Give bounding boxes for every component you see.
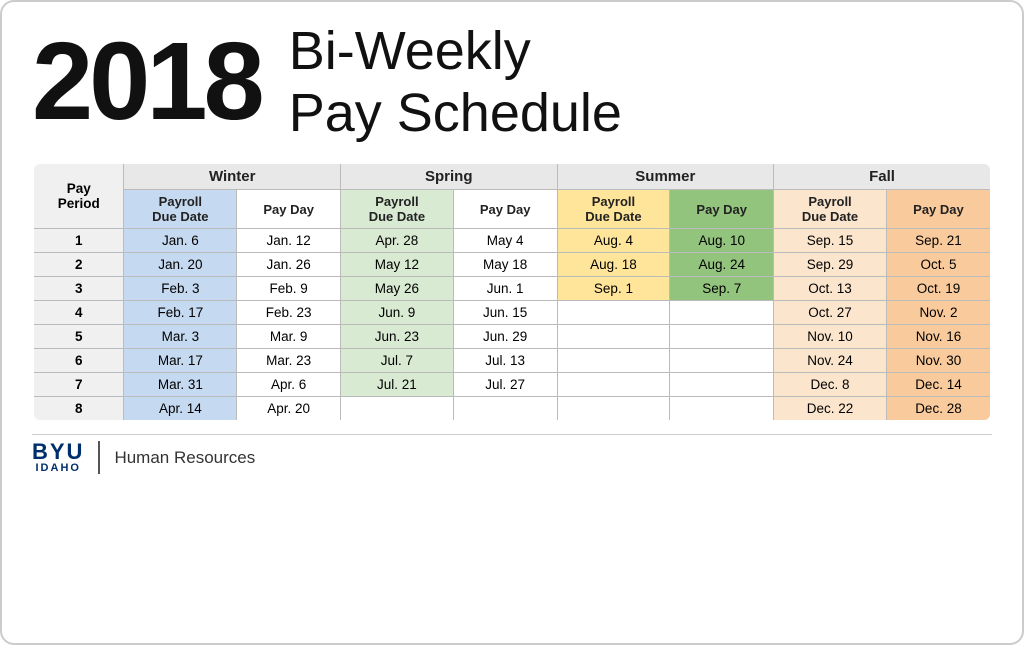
summer-due-header: PayrollDue Date: [557, 190, 670, 229]
table-row: 6: [33, 349, 124, 373]
pay-schedule-table: PayPeriod Winter Spring Summer Fall Payr…: [32, 162, 992, 422]
spring-pay-header: Pay Day: [453, 190, 557, 229]
table-row: 1: [33, 229, 124, 253]
fall-header: Fall: [774, 163, 991, 190]
fall-pay-header: Pay Day: [886, 190, 991, 229]
footer: BYU IDAHO Human Resources: [32, 434, 992, 474]
table-row: 7: [33, 373, 124, 397]
winter-header: Winter: [124, 163, 341, 190]
header: 2018 Bi-Weekly Pay Schedule: [32, 20, 992, 144]
fall-due-header: PayrollDue Date: [774, 190, 887, 229]
byu-text: BYU: [32, 441, 84, 463]
summer-header: Summer: [557, 163, 774, 190]
winter-due-header: PayrollDue Date: [124, 190, 237, 229]
spring-due-header: PayrollDue Date: [340, 190, 453, 229]
table-row: 2: [33, 253, 124, 277]
summer-pay-header: Pay Day: [670, 190, 774, 229]
pay-period-header: PayPeriod: [33, 163, 124, 229]
year: 2018: [32, 27, 261, 137]
table-row: 8: [33, 397, 124, 422]
table-row: 5: [33, 325, 124, 349]
winter-pay-header: Pay Day: [237, 190, 341, 229]
spring-header: Spring: [340, 163, 557, 190]
table-row: 3: [33, 277, 124, 301]
title: Bi-Weekly Pay Schedule: [289, 20, 622, 144]
table-row: 4: [33, 301, 124, 325]
hr-dept: Human Resources: [114, 448, 255, 468]
idaho-text: IDAHO: [36, 463, 81, 474]
byu-logo: BYU IDAHO: [32, 441, 100, 474]
